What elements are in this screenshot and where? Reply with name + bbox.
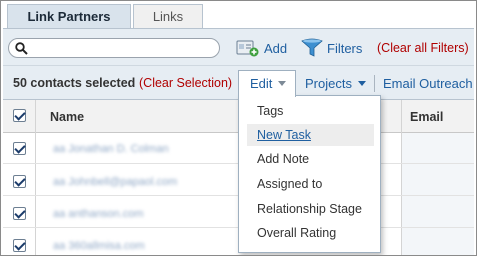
column-header-name[interactable]: Name: [50, 110, 84, 124]
filters-label: Filters: [327, 40, 363, 56]
selected-count: 50 contacts selected: [13, 76, 136, 90]
filters-button[interactable]: Filters: [301, 37, 362, 59]
row-contact-name[interactable]: aa 360allmisa.com: [53, 240, 145, 252]
menu-item-tags[interactable]: Tags: [247, 100, 374, 122]
search-box[interactable]: [8, 38, 220, 58]
row-checkbox[interactable]: [13, 175, 26, 188]
tab-bar: Link Partners Links: [7, 4, 205, 28]
menu-item-relationship-stage[interactable]: Relationship Stage: [247, 198, 374, 220]
clear-selection-link[interactable]: (Clear Selection): [139, 76, 232, 90]
row-checkbox[interactable]: [13, 239, 26, 252]
toolbar-divider: [374, 75, 375, 92]
menu-item-add-note[interactable]: Add Note: [247, 148, 374, 170]
edit-dropdown-button[interactable]: Edit: [238, 70, 296, 97]
menu-item-assigned-to[interactable]: Assigned to: [247, 173, 374, 195]
selection-bar: 50 contacts selected (Clear Selection) E…: [3, 65, 474, 100]
toolbar: Add Filters (Clear all Filters): [3, 28, 474, 65]
add-contact-icon: [236, 40, 259, 57]
search-input[interactable]: [31, 41, 211, 55]
tab-links[interactable]: Links: [133, 4, 203, 28]
edit-dropdown-menu: Tags New Task Add Note Assigned to Relat…: [238, 95, 381, 253]
projects-dropdown-button[interactable]: Projects: [305, 76, 366, 91]
edit-label: Edit: [250, 76, 273, 91]
chevron-down-icon: [278, 81, 287, 86]
column-header-email[interactable]: Email: [410, 110, 443, 124]
select-all-checkbox[interactable]: [13, 109, 26, 122]
chevron-down-icon: [357, 81, 366, 86]
search-icon: [15, 42, 28, 55]
clear-all-filters-link[interactable]: (Clear all Filters): [377, 41, 469, 55]
email-outreach-button[interactable]: Email Outreach: [383, 76, 473, 91]
tab-link-partners[interactable]: Link Partners: [7, 4, 131, 28]
row-contact-name[interactable]: aa anthanson.com: [53, 208, 144, 220]
projects-label: Projects: [305, 76, 352, 91]
row-checkbox[interactable]: [13, 207, 26, 220]
row-contact-name[interactable]: aa Jonathan D. Colman: [53, 143, 169, 155]
add-button[interactable]: Add: [236, 37, 287, 59]
row-checkbox[interactable]: [13, 142, 26, 155]
row-contact-name[interactable]: aa Johnbell@papaol.com: [53, 176, 177, 188]
add-label: Add: [264, 40, 288, 56]
filter-funnel-icon: [301, 38, 323, 57]
menu-item-new-task[interactable]: New Task: [247, 124, 374, 146]
menu-item-overall-rating[interactable]: Overall Rating: [247, 222, 374, 244]
app-frame: Link Partners Links Add Filters (Clear a…: [0, 0, 477, 256]
